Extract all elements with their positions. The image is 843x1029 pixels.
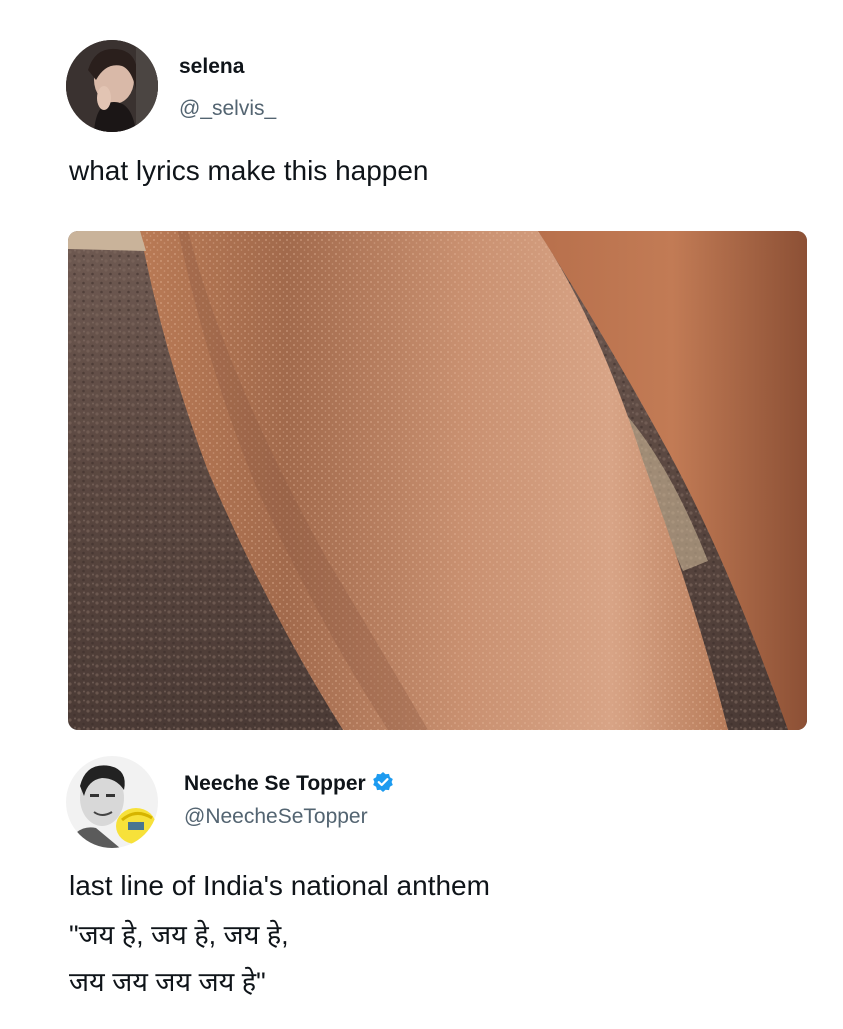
reply-text-line-1: last line of India's national anthem	[69, 870, 490, 901]
tweet-author-handle[interactable]: @_selvis_	[179, 97, 276, 121]
tweet-media-image[interactable]	[68, 231, 807, 730]
goosebumps-arm-photo	[68, 231, 807, 730]
tweet-author-avatar[interactable]	[66, 40, 158, 132]
verified-badge-icon	[372, 771, 394, 799]
reply-author-handle[interactable]: @NeecheSeTopper	[184, 805, 368, 829]
reply-author-avatar[interactable]	[66, 756, 158, 848]
profile-photo-icon	[66, 40, 158, 132]
reply-author-name-text: Neeche Se Topper	[184, 772, 366, 795]
reply-text-line-3: जय जय जय जय हे"	[69, 967, 266, 997]
reply-author-name[interactable]: Neeche Se Topper	[184, 771, 394, 799]
tweet-author-name[interactable]: selena	[179, 55, 244, 79]
reply-text-line-2: "जय हे, जय हे, जय हे,	[69, 920, 289, 950]
profile-photo-icon	[66, 756, 158, 848]
tweet-text: what lyrics make this happen	[69, 155, 429, 186]
